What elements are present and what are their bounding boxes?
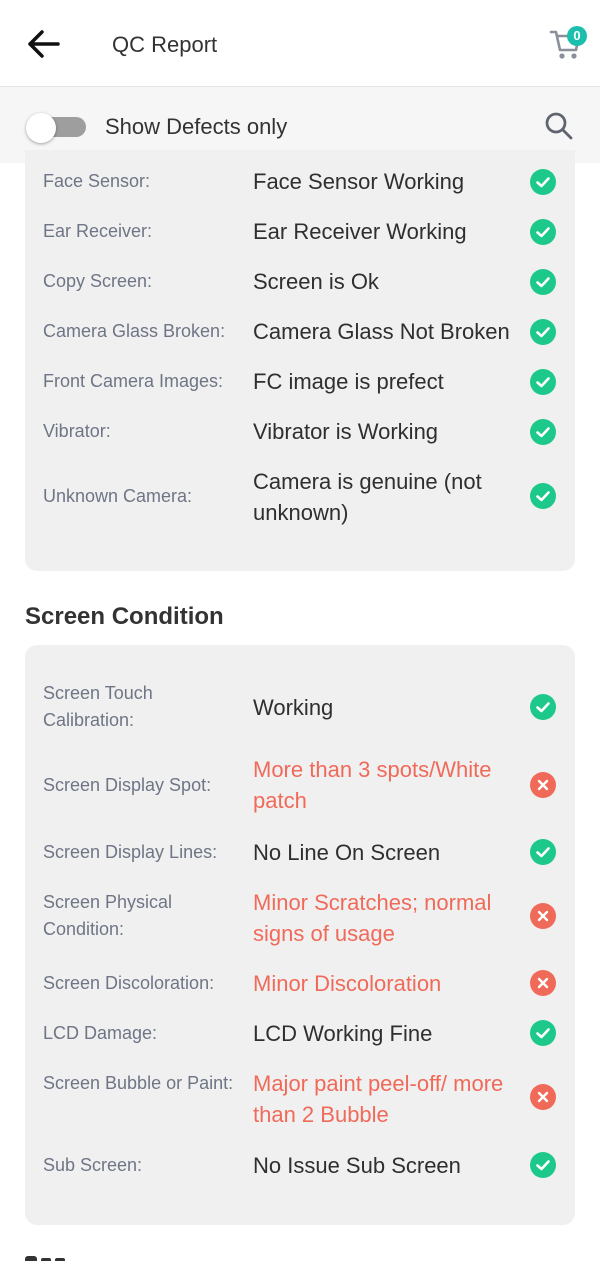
check-circle-icon bbox=[530, 419, 556, 445]
search-button[interactable] bbox=[542, 109, 576, 143]
qc-value: Face Sensor Working bbox=[253, 169, 465, 194]
qc-value: Camera Glass Not Broken bbox=[253, 319, 510, 344]
qc-value: Minor Scratches; normal signs of usage bbox=[253, 890, 492, 946]
qc-value: LCD Working Fine bbox=[253, 1021, 433, 1046]
check-circle-icon bbox=[530, 694, 556, 720]
check-circle-icon bbox=[530, 219, 556, 245]
qc-label: Screen Physical Condition: bbox=[43, 892, 173, 939]
qc-value: Camera is genuine (not unknown) bbox=[253, 469, 482, 525]
qc-label: Unknown Camera: bbox=[43, 486, 193, 506]
qc-label: Screen Touch Calibration: bbox=[43, 683, 153, 730]
cart-count-badge: 0 bbox=[567, 26, 587, 46]
check-circle-icon bbox=[530, 1152, 556, 1178]
section-title-screen-condition: Screen Condition bbox=[25, 603, 224, 630]
qc-label: Screen Display Lines: bbox=[43, 842, 218, 862]
qc-label: Sub Screen: bbox=[43, 1155, 143, 1175]
check-circle-icon bbox=[530, 169, 556, 195]
text-fragment-icon bbox=[25, 1256, 65, 1261]
qc-value: Screen is Ok bbox=[253, 269, 379, 294]
show-defects-label: Show Defects only bbox=[105, 114, 288, 139]
qc-value: Vibrator is Working bbox=[253, 419, 439, 444]
qc-value: No Issue Sub Screen bbox=[253, 1153, 461, 1178]
qc-value: Minor Discoloration bbox=[253, 971, 442, 996]
qc-value: Ear Receiver Working bbox=[253, 219, 467, 244]
check-circle-icon bbox=[530, 1020, 556, 1046]
check-circle-icon bbox=[530, 269, 556, 295]
qc-label: Screen Display Spot: bbox=[43, 775, 212, 795]
check-circle-icon bbox=[530, 319, 556, 345]
qc-label: LCD Damage: bbox=[43, 1023, 158, 1043]
x-circle-icon bbox=[530, 1084, 556, 1110]
next-section-title-peek bbox=[25, 1251, 85, 1261]
qc-label: Copy Screen: bbox=[43, 271, 153, 291]
qc-label: Front Camera Images: bbox=[43, 371, 224, 391]
check-circle-icon bbox=[530, 839, 556, 865]
toggle-knob bbox=[26, 113, 56, 143]
qc-value: More than 3 spots/White patch bbox=[253, 757, 492, 813]
check-circle-icon bbox=[530, 483, 556, 509]
qc-value: No Line On Screen bbox=[253, 840, 441, 865]
check-circle-icon bbox=[530, 369, 556, 395]
search-icon bbox=[545, 112, 573, 140]
x-circle-icon bbox=[530, 970, 556, 996]
qc-card-screen-condition: Screen Touch Calibration: Working Screen… bbox=[25, 645, 575, 1225]
qc-label: Screen Discoloration: bbox=[43, 973, 215, 993]
qc-value: Working bbox=[253, 695, 334, 720]
back-button[interactable] bbox=[22, 24, 66, 64]
qc-value: FC image is prefect bbox=[253, 369, 444, 394]
qc-label: Camera Glass Broken: bbox=[43, 321, 226, 341]
x-circle-icon bbox=[530, 903, 556, 929]
qc-label: Ear Receiver: bbox=[43, 221, 153, 241]
qc-label: Screen Bubble or Paint: bbox=[43, 1073, 234, 1093]
arrow-left-icon bbox=[28, 30, 60, 58]
show-defects-toggle[interactable] bbox=[26, 113, 86, 143]
qc-label: Face Sensor: bbox=[43, 171, 151, 191]
page-title: QC Report bbox=[112, 32, 218, 57]
qc-label: Vibrator: bbox=[43, 421, 111, 441]
qc-card-device-checks: Face Sensor: Face Sensor Working Ear Rec… bbox=[25, 150, 575, 571]
app-bar: QC Report 0 bbox=[0, 0, 600, 87]
x-circle-icon bbox=[530, 772, 556, 798]
qc-value: Major paint peel-off/ more than 2 Bubble bbox=[253, 1071, 504, 1127]
